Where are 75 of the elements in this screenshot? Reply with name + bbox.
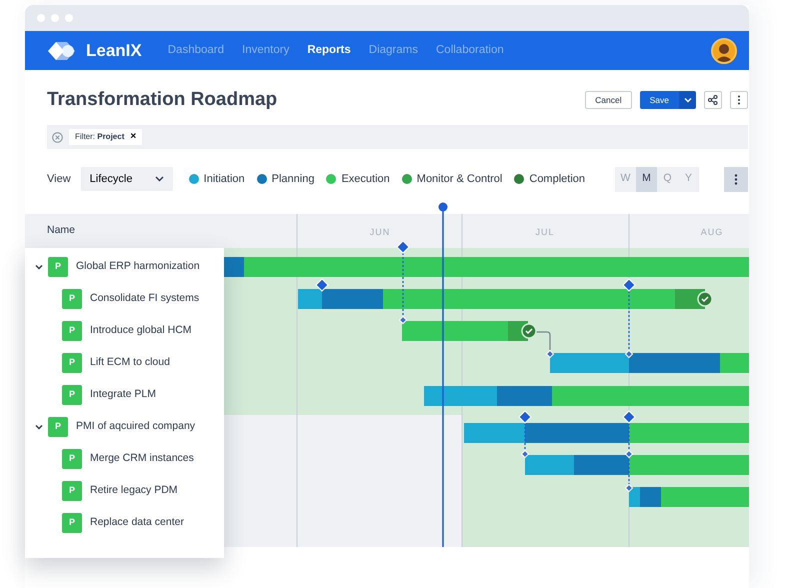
legend-label: Monitor & Control [416, 172, 502, 187]
zoom-tab[interactable]: Q [657, 166, 678, 192]
legend-label: Completion [529, 172, 586, 187]
item-name: Replace data center [90, 515, 184, 530]
milestone-marker [622, 410, 636, 424]
dependency-line [536, 331, 551, 350]
more-button[interactable] [730, 91, 748, 109]
window-dot [51, 14, 59, 22]
dependency-line [628, 423, 630, 485]
dropdown-button[interactable] [679, 91, 696, 109]
month-label: AUG [700, 227, 724, 237]
item-name: Integrate PLM [90, 387, 156, 402]
milestone-marker [396, 240, 410, 254]
zoom-tab[interactable]: M [636, 166, 657, 192]
month-label: JUL [536, 227, 554, 237]
item-name: Retire legacy PDM [90, 483, 178, 498]
brand-name: LeanIX [86, 40, 142, 62]
kebab-icon [737, 95, 741, 105]
milestone-marker [624, 450, 634, 458]
dependency-line [524, 423, 526, 451]
item-name: Consolidate FI systems [90, 291, 200, 306]
type-badge: P [62, 449, 82, 469]
window-dot [65, 14, 73, 22]
share-button[interactable] [704, 91, 722, 109]
nav-link[interactable]: Reports [307, 42, 351, 60]
remove-filter-button[interactable]: × [130, 132, 136, 142]
view-select[interactable]: Lifecycle [80, 167, 173, 191]
milestone-marker [624, 350, 634, 358]
type-badge: P [62, 385, 82, 405]
page-title: Transformation Roadmap [47, 88, 278, 112]
avatar[interactable] [711, 38, 737, 64]
item-name: Lift ECM to cloud [90, 355, 170, 370]
chevron-icon[interactable] [34, 262, 44, 272]
legend-label: Planning [272, 172, 314, 187]
bar-segment [525, 455, 574, 475]
nav-link[interactable]: Diagrams [368, 42, 418, 60]
save-button[interactable]: Save [640, 91, 679, 109]
column-header: Name [25, 214, 224, 248]
caret-icon [684, 97, 692, 103]
type-badge: P [62, 289, 82, 309]
nav-link[interactable]: Dashboard [168, 42, 224, 60]
view-label: View [47, 172, 71, 187]
check-icon [521, 323, 537, 339]
nav-link[interactable]: Collaboration [436, 42, 504, 60]
type-badge: P [62, 513, 82, 533]
item-name: Global ERP harmonization [76, 259, 200, 274]
chevron-icon [154, 176, 164, 182]
milestone-marker [398, 316, 408, 324]
clear-filter-icon[interactable] [52, 132, 63, 142]
filter-label: Filter: Project [75, 131, 124, 143]
item-name: PMI of aqcuired company [76, 419, 196, 434]
legend-label: Initiation [204, 172, 245, 187]
type-badge: P [62, 321, 82, 341]
type-badge: P [48, 257, 68, 277]
kebab-icon [734, 174, 738, 184]
zoom-tab[interactable]: W [615, 166, 636, 192]
zoom-tab[interactable]: Y [678, 166, 699, 192]
legend-label: Execution [341, 172, 390, 187]
month-label: JUN [370, 227, 390, 237]
dependency-line [402, 253, 404, 317]
type-badge: P [62, 481, 82, 501]
chevron-icon[interactable] [34, 422, 44, 432]
milestone-marker [518, 410, 532, 424]
window-dot [37, 14, 45, 22]
dependency-line [628, 291, 630, 351]
cancel-button[interactable]: Cancel [585, 91, 632, 109]
item-name: Merge CRM instances [90, 451, 194, 466]
item-name: Introduce global HCM [90, 323, 192, 338]
type-badge: P [62, 353, 82, 373]
type-badge: P [48, 417, 68, 437]
share-icon [708, 95, 718, 105]
milestone-marker [624, 484, 634, 492]
milestone-marker [546, 350, 554, 358]
nav-link[interactable]: Inventory [242, 42, 290, 60]
milestone-marker [520, 450, 530, 458]
